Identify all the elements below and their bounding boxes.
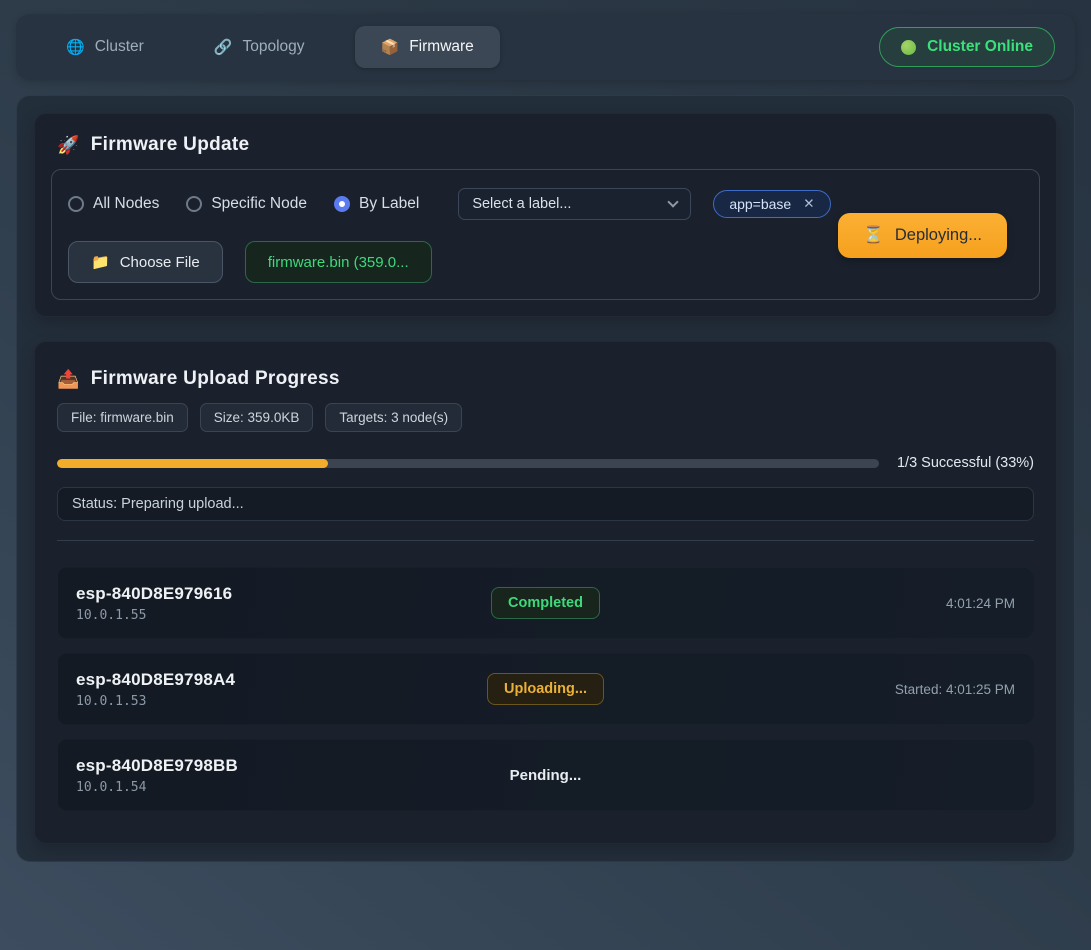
node-info: esp-840D8E9798A4 10.0.1.53 <box>76 670 487 709</box>
progress-bar <box>57 459 879 468</box>
node-ip: 10.0.1.55 <box>76 608 491 623</box>
nav-tabs: 🌐 Cluster 🔗 Topology 📦 Firmware <box>46 26 500 68</box>
globe-icon: 🌐 <box>66 38 85 56</box>
node-name: esp-840D8E979616 <box>76 584 491 604</box>
tab-cluster-label: Cluster <box>95 38 144 56</box>
node-row: esp-840D8E9798BB 10.0.1.54 Pending... <box>57 739 1034 811</box>
tab-topology[interactable]: 🔗 Topology <box>194 26 325 68</box>
tab-topology-label: Topology <box>242 38 304 56</box>
label-select[interactable]: Select a label... <box>458 188 691 220</box>
file-meta-badge: File: firmware.bin <box>57 403 188 432</box>
cluster-status-label: Cluster Online <box>927 38 1033 56</box>
radio-circle <box>68 196 84 212</box>
hourglass-icon: ⏳ <box>863 226 884 245</box>
radio-all-nodes[interactable]: All Nodes <box>68 195 159 213</box>
node-row: esp-840D8E9798A4 10.0.1.53 Uploading... … <box>57 653 1034 725</box>
node-status-badge: Uploading... <box>487 673 604 705</box>
upload-meta-row: File: firmware.bin Size: 359.0KB Targets… <box>57 403 1034 432</box>
progress-label: 1/3 Successful (33%) <box>897 455 1034 471</box>
node-time: Started: 4:01:25 PM <box>895 682 1015 697</box>
firmware-update-panel: 🚀 Firmware Update All Nodes Specific Nod… <box>34 113 1057 317</box>
selected-file-button[interactable]: firmware.bin (359.0... <box>245 241 432 283</box>
node-status-badge: Completed <box>491 587 600 619</box>
deploy-button[interactable]: ⏳ Deploying... <box>838 213 1007 258</box>
radio-specific-node[interactable]: Specific Node <box>186 195 307 213</box>
node-ip: 10.0.1.53 <box>76 694 487 709</box>
rocket-icon: 🚀 <box>57 135 80 156</box>
radio-circle <box>186 196 202 212</box>
online-dot-icon <box>901 40 916 55</box>
radio-circle <box>334 196 350 212</box>
upload-progress-panel: 📤 Firmware Upload Progress File: firmwar… <box>34 341 1057 844</box>
tab-firmware[interactable]: 📦 Firmware <box>355 26 500 68</box>
chevron-down-icon <box>668 196 679 207</box>
node-info: esp-840D8E979616 10.0.1.55 <box>76 584 491 623</box>
progress-row: 1/3 Successful (33%) <box>57 455 1034 471</box>
progress-fill <box>57 459 328 468</box>
node-list: esp-840D8E979616 10.0.1.55 Completed 4:0… <box>57 567 1034 811</box>
link-icon: 🔗 <box>214 38 233 56</box>
choose-file-button[interactable]: 📁 Choose File <box>68 241 223 283</box>
cluster-status-badge: Cluster Online <box>879 27 1055 67</box>
package-icon: 📦 <box>381 38 400 56</box>
radio-by-label[interactable]: By Label <box>334 195 419 213</box>
upload-progress-title: 📤 Firmware Upload Progress <box>57 368 1034 390</box>
deploy-form: All Nodes Specific Node By Label Select … <box>51 169 1040 300</box>
node-time: 4:01:24 PM <box>946 596 1015 611</box>
node-name: esp-840D8E9798BB <box>76 756 494 776</box>
navbar: 🌐 Cluster 🔗 Topology 📦 Firmware Cluster … <box>16 14 1075 80</box>
targets-meta-badge: Targets: 3 node(s) <box>325 403 462 432</box>
chip-remove-icon[interactable]: ✕ <box>803 196 814 212</box>
target-mode-row: All Nodes Specific Node By Label Select … <box>68 188 838 220</box>
node-info: esp-840D8E9798BB 10.0.1.54 <box>76 756 494 795</box>
upload-status-box: Status: Preparing upload... <box>57 487 1034 521</box>
label-chip[interactable]: app=base ✕ <box>713 190 830 218</box>
node-ip: 10.0.1.54 <box>76 780 494 795</box>
firmware-update-title: 🚀 Firmware Update <box>57 134 1040 156</box>
node-status-badge: Pending... <box>494 760 598 791</box>
tab-firmware-label: Firmware <box>409 38 474 56</box>
size-meta-badge: Size: 359.0KB <box>200 403 314 432</box>
divider <box>57 540 1034 541</box>
label-chip-text: app=base <box>729 196 791 212</box>
node-name: esp-840D8E9798A4 <box>76 670 487 690</box>
file-row: 📁 Choose File firmware.bin (359.0... <box>68 241 838 283</box>
main-content: 🚀 Firmware Update All Nodes Specific Nod… <box>16 95 1075 862</box>
folder-icon: 📁 <box>91 253 110 271</box>
node-row: esp-840D8E979616 10.0.1.55 Completed 4:0… <box>57 567 1034 639</box>
tab-cluster[interactable]: 🌐 Cluster <box>46 26 164 68</box>
label-select-value: Select a label... <box>472 196 571 212</box>
outbox-icon: 📤 <box>57 369 80 390</box>
